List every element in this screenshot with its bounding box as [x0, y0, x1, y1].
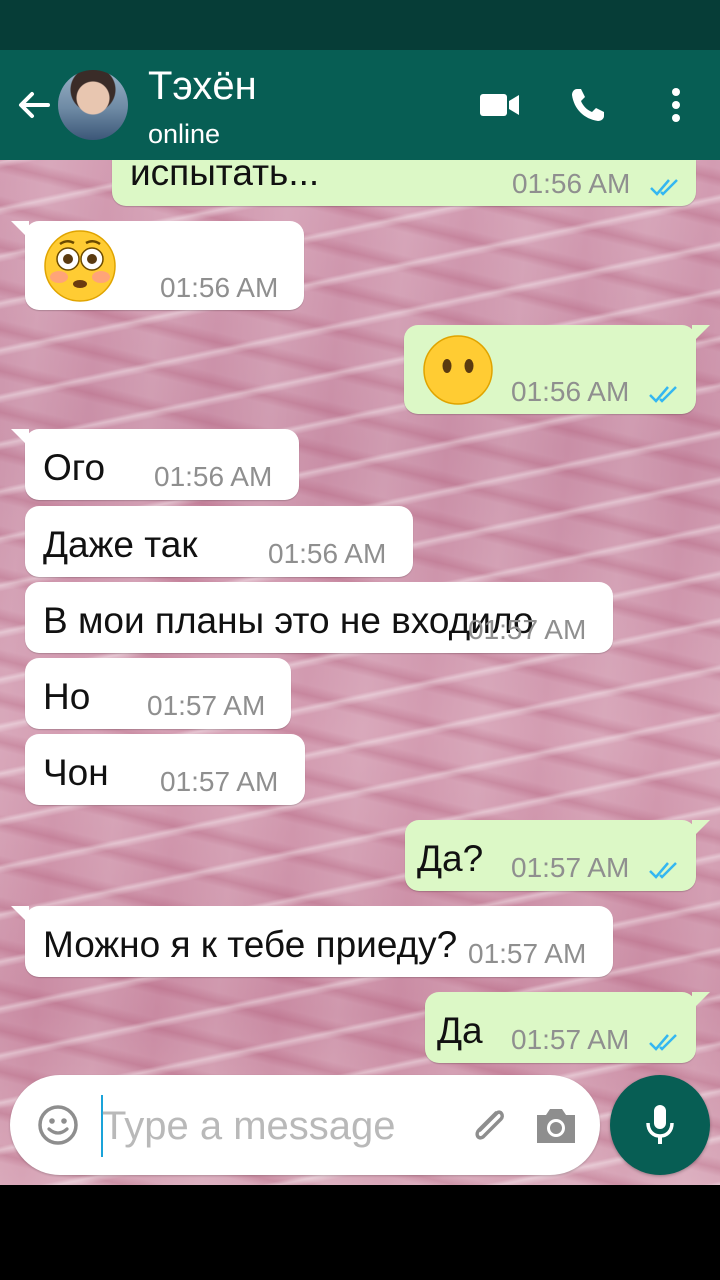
message-time: 01:56 AM — [268, 538, 387, 569]
message-text: Ого — [43, 447, 106, 488]
message-time: 01:57 AM — [511, 852, 630, 883]
message-bubble-incoming[interactable]: 01:56 AM — [11, 221, 304, 310]
message-bubble-incoming[interactable]: Можно я к тебе приеду? 01:57 AM — [11, 906, 613, 977]
contact-status: online — [148, 119, 221, 149]
phone-icon[interactable] — [563, 80, 613, 130]
message-time: 01:57 AM — [160, 766, 279, 797]
microphone-icon — [646, 1105, 674, 1144]
navigation-bar — [0, 1185, 720, 1280]
message-time: 01:56 AM — [511, 376, 630, 407]
avatar[interactable] — [58, 70, 128, 140]
message-time: 01:57 AM — [147, 690, 266, 721]
message-bubble-incoming[interactable]: Чон 01:57 AM — [25, 734, 305, 805]
message-bubble-incoming[interactable]: Но 01:57 AM — [25, 658, 291, 729]
read-receipt-icon — [649, 862, 677, 879]
message-text: Даже так — [43, 524, 198, 565]
message-time: 01:57 AM — [468, 938, 587, 969]
message-bubble-outgoing[interactable]: Да? 01:57 AM — [405, 820, 710, 891]
message-bubble-incoming[interactable]: Ого 01:56 AM — [11, 429, 299, 500]
message-time: 01:57 AM — [511, 1024, 630, 1055]
smiley-icon[interactable] — [37, 1104, 79, 1146]
message-time: 01:56 AM — [160, 272, 279, 303]
message-text: Да? — [417, 838, 484, 879]
message-bubble-incoming[interactable]: В мои планы это не входило 01:57 AM — [25, 582, 613, 653]
flushed-face-emoji-icon — [44, 230, 116, 302]
face-without-mouth-emoji-icon — [423, 335, 493, 405]
message-bubble-incoming[interactable]: Даже так 01:56 AM — [25, 506, 413, 577]
contact-name[interactable]: Тэхён — [148, 64, 257, 109]
message-text: Можно я к тебе приеду? — [43, 924, 458, 965]
paperclip-icon[interactable] — [466, 1103, 512, 1149]
message-text: Да — [437, 1010, 483, 1051]
message-time: 01:57 AM — [468, 614, 587, 645]
arrow-left-icon[interactable] — [14, 85, 54, 125]
message-bubble-outgoing[interactable]: Да 01:57 AM — [425, 992, 710, 1063]
message-time: 01:56 AM — [154, 461, 273, 492]
message-input[interactable] — [102, 1101, 452, 1151]
read-receipt-icon — [649, 1034, 677, 1051]
read-receipt-icon — [649, 386, 677, 403]
message-text: В мои планы это не входило — [43, 600, 534, 641]
more-vert-icon[interactable] — [651, 80, 701, 130]
video-call-icon[interactable] — [475, 80, 525, 130]
message-time: 01:56 AM — [512, 168, 631, 199]
message-bubble-outgoing[interactable]: 01:56 AM — [404, 325, 710, 414]
chat-header: Тэхён online — [0, 50, 720, 160]
status-bar — [0, 0, 720, 50]
camera-icon[interactable] — [533, 1105, 579, 1147]
microphone-button[interactable] — [610, 1075, 710, 1175]
message-composer — [10, 1075, 600, 1175]
message-text: Но — [43, 676, 91, 717]
message-text: Чон — [43, 752, 109, 793]
read-receipt-icon — [650, 179, 678, 196]
